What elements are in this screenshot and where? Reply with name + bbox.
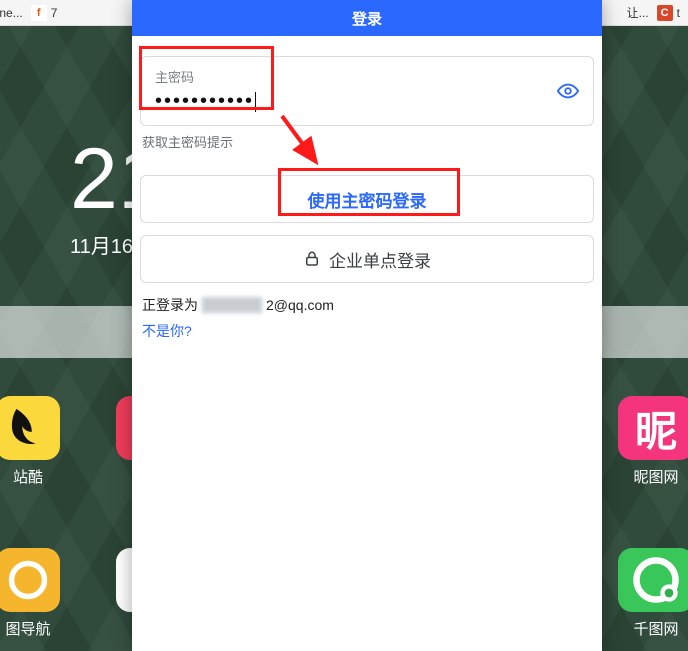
password-hint-link[interactable]: 获取主密码提示 <box>142 132 592 151</box>
logging-in-as: 正登录为 2@qq.com <box>142 295 592 315</box>
bookmark-item[interactable]: ree online... <box>0 6 23 20</box>
login-primary-label: 使用主密码登录 <box>308 187 427 212</box>
bookmark-favicon: C <box>657 5 673 21</box>
tile-label: 昵图网 <box>633 466 678 487</box>
master-password-label: 主密码 <box>155 67 543 86</box>
tile-label: 站酷 <box>13 466 43 487</box>
home-tile[interactable]: 图导航 <box>0 548 60 639</box>
home-tile[interactable]: 昵 昵图网 <box>618 396 688 487</box>
not-you-link[interactable]: 不是你? <box>142 321 592 341</box>
login-panel-title: 登录 <box>132 0 602 36</box>
show-password-icon[interactable] <box>557 80 579 102</box>
tile-icon-nav <box>0 548 60 612</box>
bookmark-label: ree online... <box>0 6 23 20</box>
login-panel: 登录 主密码 ••••••••••• 获取主密码提示 使用主密码登录 企业单点登… <box>132 0 602 651</box>
masked-email-prefix <box>202 297 262 313</box>
bookmark-label: 7 <box>51 6 58 20</box>
login-with-master-password-button[interactable]: 使用主密码登录 <box>140 175 594 223</box>
bookmark-item[interactable]: 让... <box>627 4 649 21</box>
master-password-field[interactable]: 主密码 ••••••••••• <box>140 56 594 126</box>
bookmark-item[interactable]: f 7 <box>31 5 58 21</box>
home-tile[interactable]: 千图网 <box>618 548 688 639</box>
bookmark-item[interactable]: C t <box>657 5 680 21</box>
tile-icon-58pic <box>618 548 688 612</box>
tile-label: 图导航 <box>5 618 50 639</box>
sso-icon <box>303 250 321 268</box>
bookmark-label: 让... <box>627 4 649 21</box>
home-tile[interactable]: 站酷 <box>0 396 60 487</box>
bookmark-favicon: f <box>31 5 47 21</box>
enterprise-sso-button[interactable]: 企业单点登录 <box>140 235 594 283</box>
tile-icon-zcool <box>0 396 60 460</box>
tile-icon-nipic: 昵 <box>618 396 688 460</box>
master-password-value: ••••••••••• <box>155 90 543 113</box>
sso-button-label: 企业单点登录 <box>329 247 431 272</box>
bookmark-label: t <box>677 6 680 20</box>
tile-label: 千图网 <box>633 618 678 639</box>
